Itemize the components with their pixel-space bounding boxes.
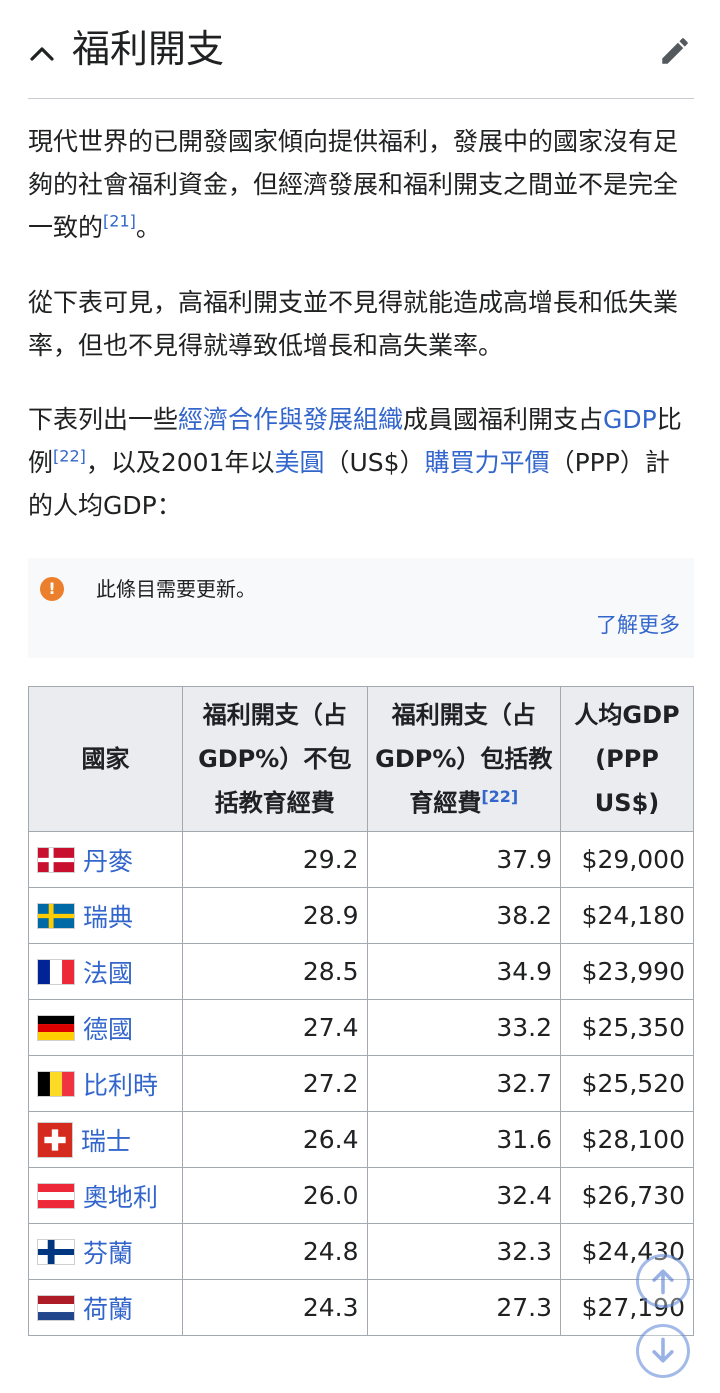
header-welfare-excl-education[interactable]: 福利開支（占GDP%）不包括教育經費	[181, 686, 368, 832]
table-row: 奧地利 26.0 32.4 $26,730	[28, 1167, 694, 1224]
belgium-flag-icon	[37, 1070, 75, 1097]
country-link[interactable]: 瑞士	[81, 1127, 131, 1156]
gdp-cell: $25,520	[560, 1055, 694, 1112]
germany-flag-icon	[37, 1014, 75, 1041]
welfare-incl-cell: 38.2	[366, 887, 562, 944]
section-title: 福利開支	[72, 27, 225, 71]
header-gdp-per-capita[interactable]: 人均GDP (PPP US$)	[560, 686, 694, 832]
gdp-cell: $28,100	[560, 1111, 694, 1168]
chevron-up-icon[interactable]	[28, 40, 56, 68]
header-country[interactable]: 國家	[28, 686, 183, 832]
gdp-cell: $26,730	[560, 1167, 694, 1224]
country-cell: 奧地利	[28, 1167, 183, 1224]
header-text: 福利開支（占GDP%）包括教育經費	[375, 701, 553, 817]
gdp-cell: $23,990	[560, 943, 694, 1000]
table-row: 比利時 27.2 32.7 $25,520	[28, 1055, 694, 1112]
country-link[interactable]: 芬蘭	[83, 1239, 133, 1268]
welfare-incl-cell: 32.4	[366, 1167, 562, 1224]
update-notice: ! 此條目需要更新。 了解更多	[28, 558, 694, 658]
country-link[interactable]: 丹麥	[83, 847, 133, 876]
welfare-excl-cell: 26.4	[181, 1111, 368, 1168]
country-cell: 丹麥	[28, 831, 183, 888]
welfare-incl-cell: 37.9	[366, 831, 562, 888]
gdp-cell: $29,000	[560, 831, 694, 888]
welfare-incl-cell: 32.7	[366, 1055, 562, 1112]
welfare-incl-cell: 31.6	[366, 1111, 562, 1168]
link-gdp[interactable]: GDP	[603, 405, 657, 434]
welfare-excl-cell: 28.9	[181, 887, 368, 944]
denmark-flag-icon	[37, 846, 75, 873]
welfare-excl-cell: 26.0	[181, 1167, 368, 1224]
switzerland-flag-icon	[37, 1121, 73, 1158]
sweden-flag-icon	[37, 902, 75, 929]
exclamation-icon: !	[40, 577, 64, 601]
scroll-down-button[interactable]	[636, 1324, 690, 1378]
paragraph-text: 下表列出一些	[28, 405, 179, 434]
learn-more-link[interactable]: 了解更多	[596, 610, 680, 640]
france-flag-icon	[37, 958, 75, 985]
welfare-excl-cell: 29.2	[181, 831, 368, 888]
link-oecd[interactable]: 經濟合作與發展組織	[178, 405, 403, 434]
country-cell: 比利時	[28, 1055, 183, 1112]
link-usd[interactable]: 美圓	[274, 448, 324, 477]
table-row: 瑞士 26.4 31.6 $28,100	[28, 1111, 694, 1168]
welfare-incl-cell: 27.3	[366, 1279, 562, 1336]
country-link[interactable]: 德國	[83, 1015, 133, 1044]
link-ppp[interactable]: 購買力平價	[425, 448, 550, 477]
country-link[interactable]: 瑞典	[83, 903, 133, 932]
scroll-up-button[interactable]	[636, 1254, 690, 1308]
country-cell: 芬蘭	[28, 1223, 183, 1280]
welfare-incl-cell: 32.3	[366, 1223, 562, 1280]
welfare-excl-cell: 27.2	[181, 1055, 368, 1112]
paragraph-text: （US$）	[324, 448, 425, 477]
table-row: 丹麥 29.2 37.9 $29,000	[28, 831, 694, 888]
finland-flag-icon	[37, 1238, 75, 1265]
country-cell: 法國	[28, 943, 183, 1000]
section-header[interactable]: 福利開支	[28, 18, 694, 99]
country-cell: 德國	[28, 999, 183, 1056]
country-link[interactable]: 奧地利	[83, 1183, 158, 1212]
reference-link[interactable]: [21]	[103, 212, 136, 231]
welfare-excl-cell: 24.3	[181, 1279, 368, 1336]
welfare-table: 國家 福利開支（占GDP%）不包括教育經費 福利開支（占GDP%）包括教育經費[…	[28, 686, 694, 1336]
header-welfare-incl-education[interactable]: 福利開支（占GDP%）包括教育經費[22]	[366, 686, 562, 832]
reference-link[interactable]: [22]	[53, 447, 86, 466]
notice-text: 此條目需要更新。	[96, 577, 256, 601]
table-row: 荷蘭 24.3 27.3 $27,190	[28, 1279, 694, 1336]
country-cell: 瑞典	[28, 887, 183, 944]
table-row: 德國 27.4 33.2 $25,350	[28, 999, 694, 1056]
country-cell: 荷蘭	[28, 1279, 183, 1336]
paragraph-table-intro: 下表列出一些經濟合作與發展組織成員國福利開支占GDP比例[22]，以及2001年…	[28, 398, 692, 527]
paragraph-text: 。	[135, 213, 161, 242]
arrow-up-circle-icon	[652, 1269, 674, 1295]
paragraph-text: 從下表可見，高福利開支並不見得就能造成高增長和低失業率，但也不見得就導致低增長和…	[28, 288, 679, 360]
welfare-incl-cell: 34.9	[366, 943, 562, 1000]
arrow-down-circle-icon	[652, 1337, 674, 1363]
paragraph-text: ，以及2001年以	[85, 448, 275, 477]
reference-link[interactable]: [22]	[481, 787, 518, 806]
paragraph-intro: 現代世界的已開發國家傾向提供福利，發展中的國家沒有足夠的社會福利資金，但經濟發展…	[28, 120, 692, 249]
gdp-cell: $24,180	[560, 887, 694, 944]
gdp-cell: $25,350	[560, 999, 694, 1056]
country-link[interactable]: 比利時	[83, 1071, 158, 1100]
pencil-icon[interactable]	[658, 34, 692, 68]
table-header-row: 國家 福利開支（占GDP%）不包括教育經費 福利開支（占GDP%）包括教育經費[…	[28, 686, 694, 832]
country-cell: 瑞士	[28, 1111, 183, 1168]
welfare-incl-cell: 33.2	[366, 999, 562, 1056]
austria-flag-icon	[37, 1182, 75, 1209]
table-row: 法國 28.5 34.9 $23,990	[28, 943, 694, 1000]
country-link[interactable]: 法國	[83, 959, 133, 988]
welfare-excl-cell: 24.8	[181, 1223, 368, 1280]
paragraph-text: 成員國福利開支占	[403, 405, 604, 434]
table-row: 芬蘭 24.8 32.3 $24,430	[28, 1223, 694, 1280]
table-row: 瑞典 28.9 38.2 $24,180	[28, 887, 694, 944]
netherlands-flag-icon	[37, 1294, 75, 1321]
welfare-excl-cell: 27.4	[181, 999, 368, 1056]
country-link[interactable]: 荷蘭	[83, 1295, 133, 1324]
welfare-excl-cell: 28.5	[181, 943, 368, 1000]
paragraph-observation: 從下表可見，高福利開支並不見得就能造成高增長和低失業率，但也不見得就導致低增長和…	[28, 281, 692, 367]
